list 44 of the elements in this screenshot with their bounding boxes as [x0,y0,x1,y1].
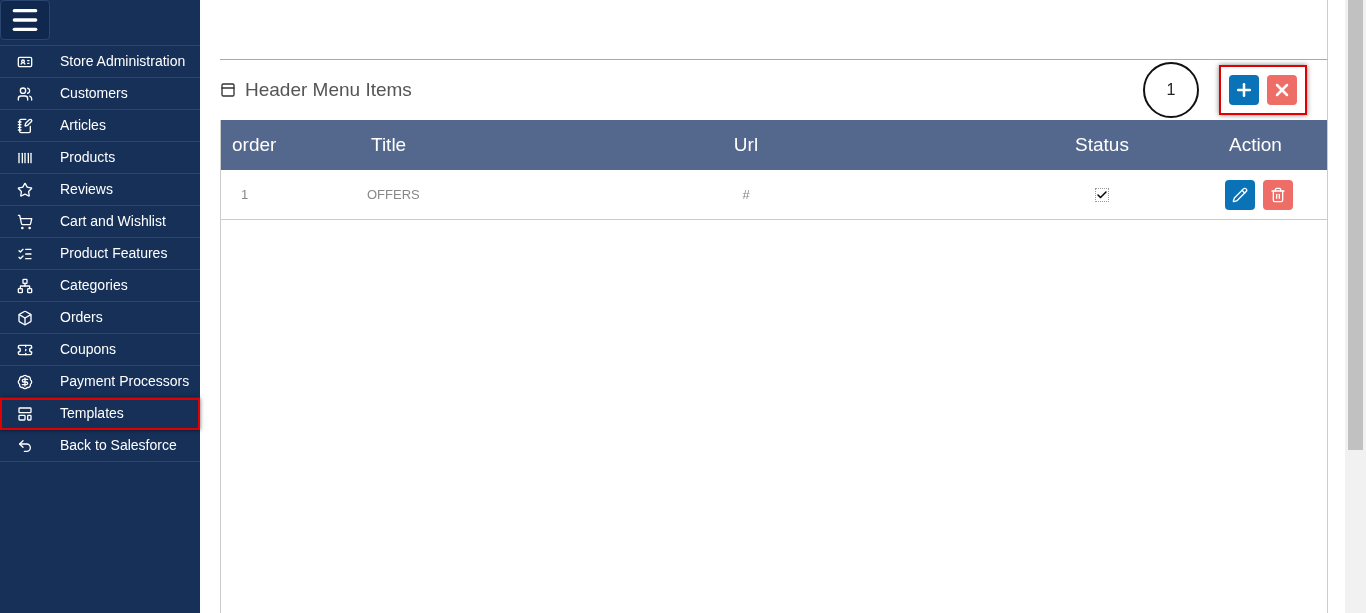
status-checkbox[interactable] [1095,187,1109,202]
column-header: order [231,132,278,157]
layout-icon [17,405,33,422]
sidebar-item[interactable]: Products [0,142,200,174]
hierarchy-icon [17,277,33,294]
add-button[interactable] [1229,75,1259,105]
close-button[interactable] [1267,75,1297,105]
check-icon [1096,188,1108,201]
column-header: Url [732,132,760,157]
scrollbar-thumb[interactable] [1348,0,1363,450]
sidebar-item[interactable]: Orders [0,302,200,334]
undo-icon [17,437,33,454]
column-header: Status [1074,132,1130,157]
sidebar-item[interactable]: Cart and Wishlist [0,206,200,238]
table-cell-text: 1 [240,185,250,204]
sidebar-item[interactable]: Back to Salesforce [0,430,200,462]
sidebar-item[interactable]: Coupons [0,334,200,366]
box-icon [17,309,33,326]
column-header: Action [1228,132,1283,157]
sidebar-item[interactable]: Articles [0,110,200,142]
plus-icon [1234,80,1254,100]
money-bag-icon [17,373,33,390]
sidebar-item[interactable]: Reviews [0,174,200,206]
section-title: Header Menu Items [245,77,412,102]
trash-icon [1269,186,1286,203]
table-cell-text: # [741,185,751,204]
notebook-icon [17,117,33,134]
cart-icon [17,213,33,230]
callout-marker: 1 [1143,62,1199,118]
sidebar-item[interactable]: Templates [0,398,200,430]
table-cell-text: OFFERS [366,185,421,204]
sidebar-item[interactable]: Categories [0,270,200,302]
star-icon [17,181,33,198]
edit-button[interactable] [1224,179,1255,210]
delete-button[interactable] [1262,179,1293,210]
column-header: Title [370,132,408,157]
sidebar-item[interactable]: Payment Processors [0,366,200,398]
menu-button[interactable] [0,0,50,40]
pencil-icon [1231,186,1248,203]
sidebar-item[interactable]: Product Features [0,238,200,270]
users-icon [17,85,33,102]
sidebar-item[interactable]: Customers [0,78,200,110]
panel-icon [220,82,236,98]
sidebar-item[interactable]: Store Administration [0,46,200,78]
